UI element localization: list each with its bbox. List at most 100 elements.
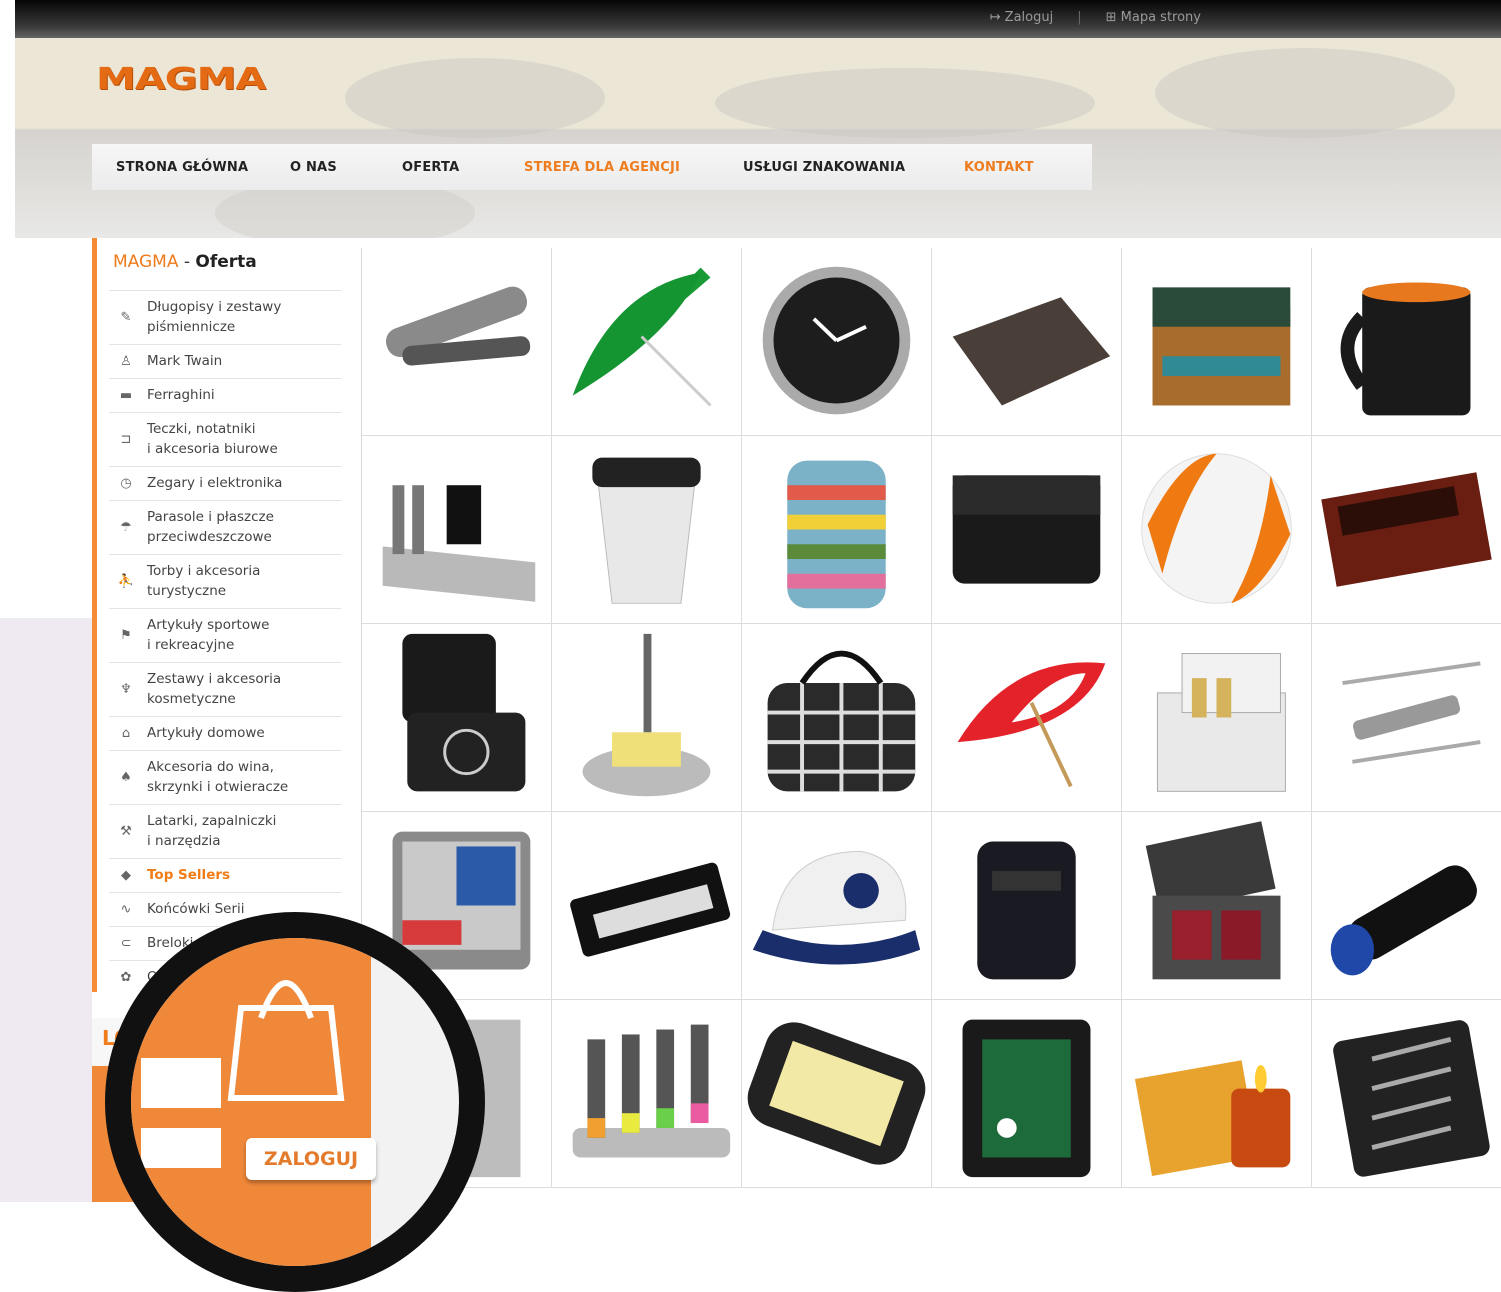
sitemap-link[interactable]: ⊞ Mapa strony: [1106, 10, 1201, 25]
product-tile[interactable]: [1122, 436, 1312, 624]
product-tile[interactable]: [552, 1000, 742, 1188]
product-tile[interactable]: [932, 1000, 1122, 1188]
sidebar-item-line1: Parasole i płaszcze: [147, 509, 274, 525]
product-tile[interactable]: [932, 624, 1122, 812]
messenger-bag-image: [952, 475, 1101, 584]
sidebar-item[interactable]: ◆ Top Sellers: [109, 858, 341, 893]
product-tile[interactable]: [932, 812, 1122, 1000]
tools-icon: ⚒: [120, 824, 132, 839]
sidebar-item-line1: Teczki, notatniki: [147, 421, 256, 437]
picnic-basket-image: [1152, 287, 1291, 406]
sidebar-item-line1: Mark Twain: [147, 353, 223, 369]
sidebar-item[interactable]: ⚒ Latarki, zapalniczki i narzędzia: [109, 804, 341, 859]
sidebar-item[interactable]: ⛹ Torby i akcesoria turystyczne: [109, 554, 341, 609]
sidebar-item-line1: Akcesoria do wina,: [147, 759, 274, 775]
sidebar-item-line1: Zestawy i akcesoria: [147, 671, 282, 687]
end-of-series-icon: ∿: [120, 902, 132, 917]
product-tile[interactable]: [1122, 624, 1312, 812]
sidebar-item[interactable]: ♠ Akcesoria do wina, skrzynki i otwieracze: [109, 750, 341, 805]
sidebar-item-label: Zegary i elektronika: [147, 473, 282, 493]
flashlight-image: [1330, 865, 1477, 976]
sport-icon: ⚑: [120, 628, 132, 643]
product-tile[interactable]: [1122, 812, 1312, 1000]
product-tile[interactable]: [742, 624, 932, 812]
sidebar-item-line2: przeciwdeszczowe: [147, 529, 272, 545]
product-tile[interactable]: [1312, 248, 1501, 436]
clock-icon: ◷: [120, 476, 132, 491]
product-tile[interactable]: [1122, 1000, 1312, 1188]
sidebar-item-line2: i rekreacyjne: [147, 637, 235, 653]
nav-contact[interactable]: KONTAKT: [964, 160, 1034, 175]
nav-offer[interactable]: OFERTA: [402, 160, 459, 175]
top-links-divider: |: [1077, 10, 1082, 25]
sidebar-item-line1: Końcówki Serii: [147, 901, 245, 917]
product-tile[interactable]: [552, 624, 742, 812]
sidebar-item[interactable]: ⚑ Artykuły sportowe i rekreacyjne: [109, 608, 341, 663]
magma-logo[interactable]: MAGMA: [96, 62, 266, 97]
product-tile[interactable]: [552, 436, 742, 624]
sidebar-item-line1: Torby i akcesoria: [147, 563, 261, 579]
sidebar-item-label: Długopisy i zestawy piśmiennicze: [147, 297, 281, 337]
sidebar-item-label: Artykuły domowe: [147, 723, 265, 743]
briefcase-icon: ▬: [119, 388, 133, 403]
product-tile[interactable]: [742, 812, 932, 1000]
sidebar-item-line2: i akcesoria biurowe: [147, 441, 278, 457]
login-link[interactable]: ↦ Zaloguj: [990, 10, 1054, 25]
product-tile[interactable]: [932, 436, 1122, 624]
wine-icon: ♠: [120, 770, 132, 785]
product-tile[interactable]: [1312, 624, 1501, 812]
product-tile[interactable]: [552, 248, 742, 436]
magnified-login-button[interactable]: ZALOGUJ: [246, 1138, 376, 1180]
nav-branding-services[interactable]: USŁUGI ZNAKOWANIA: [743, 160, 905, 175]
sidebar-item[interactable]: ⌂ Artykuły domowe: [109, 716, 341, 751]
sidebar: MAGMA - Oferta ✎ Długopisy i zestawy piśmi…: [92, 238, 343, 992]
candle-image: [1134, 1060, 1291, 1176]
sidebar-item-line1: Zegary i elektronika: [147, 475, 283, 491]
sidebar-item[interactable]: ▬ Ferraghini: [109, 378, 341, 413]
sidebar-item[interactable]: ♆ Zestawy i akcesoria kosmetyczne: [109, 662, 341, 717]
sidebar-item-label: Teczki, notatniki i akcesoria biurowe: [147, 419, 278, 459]
red-white-umbrella-image: [957, 662, 1106, 788]
login-icon: ↦: [989, 10, 1005, 25]
backpack-image: [977, 841, 1076, 980]
product-tile[interactable]: [1312, 436, 1501, 624]
hiker-icon: ⛹: [117, 574, 135, 589]
product-tile[interactable]: [552, 812, 742, 1000]
sidebar-item-line1: Top Sellers: [147, 867, 231, 883]
product-tile[interactable]: [742, 1000, 932, 1188]
sidebar-item-line2: piśmiennicze: [147, 319, 236, 335]
world-map-decoration: [345, 58, 605, 138]
sidebar-item[interactable]: ◷ Zegary i elektronika: [109, 466, 341, 501]
nav-about[interactable]: O NAS: [290, 160, 337, 175]
top-links: ↦ Zaloguj | ⊞ Mapa strony: [990, 10, 1201, 25]
product-tile[interactable]: [742, 248, 932, 436]
sidebar-item[interactable]: ♙ Mark Twain: [109, 344, 341, 379]
product-tile[interactable]: [1312, 1000, 1501, 1188]
tool-kit-image: [1333, 1020, 1490, 1177]
sidebar-item[interactable]: ☂ Parasole i płaszcze przeciwdeszczowe: [109, 500, 341, 555]
nav-agency-zone[interactable]: STREFA DLA AGENCJI: [524, 160, 680, 175]
product-tile[interactable]: [362, 624, 552, 812]
umbrella-icon: ☂: [120, 520, 132, 535]
sidebar-title: MAGMA - Oferta: [113, 252, 257, 272]
plaid-bag-image: [767, 650, 916, 792]
golf-set-image: [962, 1019, 1091, 1178]
product-tile[interactable]: [1122, 248, 1312, 436]
sidebar-item[interactable]: ✎ Długopisy i zestawy piśmiennicze: [109, 290, 341, 345]
sidebar-title-word: Oferta: [195, 252, 257, 272]
sidebar-item-label: Zestawy i akcesoria kosmetyczne: [147, 669, 281, 709]
cosmetics-icon: ♆: [120, 682, 132, 697]
sidebar-item-label: Top Sellers: [147, 865, 230, 885]
product-tile[interactable]: [362, 436, 552, 624]
pen-stand-image: [582, 633, 711, 797]
product-tile[interactable]: [362, 248, 552, 436]
baseball-cap-image: [752, 850, 921, 965]
wine-box-image: [1321, 472, 1492, 587]
product-tile[interactable]: [932, 248, 1122, 436]
product-tile[interactable]: [742, 436, 932, 624]
product-tile[interactable]: [1312, 812, 1501, 1000]
nav-home[interactable]: STRONA GŁÓWNA: [116, 160, 248, 175]
sidebar-item-label: Parasole i płaszcze przeciwdeszczowe: [147, 507, 274, 547]
sidebar-item[interactable]: ⊐ Teczki, notatniki i akcesoria biurowe: [109, 412, 341, 467]
sidebar-item-line1: Ferraghini: [147, 387, 215, 403]
